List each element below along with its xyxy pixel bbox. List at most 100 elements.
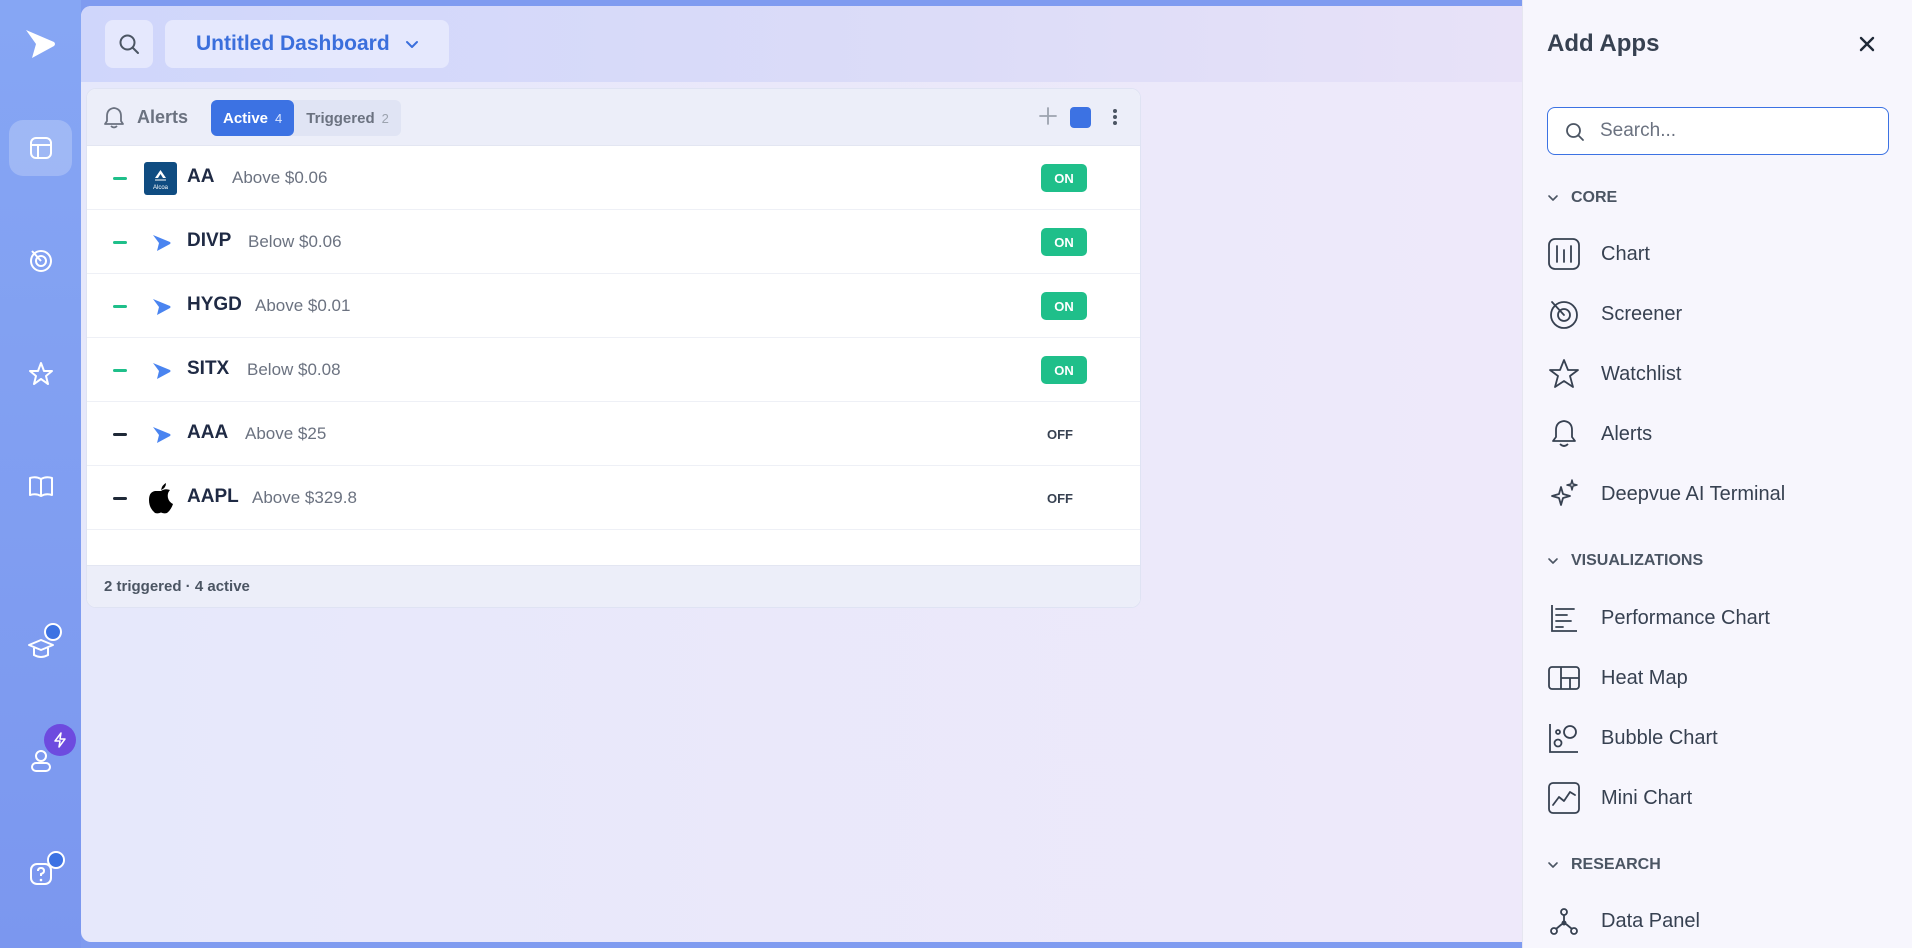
widget-color-picker[interactable] (1070, 107, 1091, 128)
alert-row[interactable]: AAPL Above $329.8 OFF (87, 466, 1140, 530)
alert-symbol: AAA (187, 422, 229, 443)
app-item-mini-chart[interactable]: Mini Chart (1547, 778, 1692, 818)
status-dash (113, 305, 127, 308)
dashboard-canvas: Untitled Dashboard Alerts Active 4 Trigg… (81, 6, 1522, 942)
svg-text:Alcoa: Alcoa (153, 185, 169, 191)
app-item-label: Screener (1601, 302, 1683, 325)
tab-triggered-count: 2 (381, 110, 389, 126)
app-item-label: Bubble Chart (1601, 726, 1718, 749)
alert-toggle[interactable]: ON (1041, 164, 1087, 192)
alert-symbol: SITX (187, 358, 230, 379)
chart-icon (1547, 237, 1581, 271)
search-icon (119, 34, 139, 54)
alert-condition: Above $329.8 (252, 488, 357, 507)
nav-dashboard[interactable] (9, 120, 72, 176)
alert-row[interactable]: Alcoa AA Above $0.06 ON (87, 146, 1140, 210)
heat-map-icon (1547, 661, 1581, 695)
status-dash (113, 433, 127, 436)
nav-screener[interactable] (9, 232, 72, 288)
apple-logo-icon (144, 482, 177, 515)
alert-condition: Above $0.06 (232, 168, 328, 187)
alert-toggle[interactable]: ON (1041, 292, 1087, 320)
alert-row[interactable]: DIVP Below $0.06 ON (87, 210, 1140, 274)
add-alert-icon[interactable] (1037, 105, 1059, 127)
app-item-label: Deepvue AI Terminal (1601, 482, 1786, 505)
alerts-title: Alerts (137, 107, 189, 127)
sparkles-icon (1547, 477, 1581, 511)
app-item-data-panel[interactable]: Data Panel (1547, 901, 1700, 941)
alert-toggle[interactable]: OFF (1037, 420, 1083, 448)
section-research[interactable]: RESEARCH (1547, 856, 1661, 874)
alert-condition: Above $25 (245, 424, 327, 443)
alert-symbol: DIVP (187, 230, 232, 251)
star-icon (1547, 357, 1581, 391)
screener-icon (29, 250, 52, 272)
app-item-heat-map[interactable]: Heat Map (1547, 658, 1688, 698)
nav-learn[interactable] (9, 458, 72, 514)
app-item-label: Watchlist (1601, 362, 1682, 385)
app-item-alerts[interactable]: Alerts (1547, 414, 1652, 454)
app-search-field (1547, 107, 1889, 155)
chevron-down-icon (1548, 862, 1558, 868)
app-item-watchlist[interactable]: Watchlist (1547, 354, 1681, 394)
app-item-chart[interactable]: Chart (1547, 234, 1650, 274)
app-search-input[interactable] (1600, 116, 1870, 146)
star-icon (28, 362, 53, 385)
deepvue-logo-icon[interactable] (22, 26, 58, 62)
alert-row[interactable]: AAA Above $25 OFF (87, 402, 1140, 466)
status-dash (113, 369, 127, 372)
close-icon[interactable] (1857, 34, 1877, 54)
search-button[interactable] (105, 20, 153, 68)
nav-watchlist[interactable] (9, 346, 72, 402)
app-item-label: Performance Chart (1601, 606, 1770, 629)
alert-condition: Below $0.06 (248, 232, 342, 251)
performance-chart-icon (1547, 601, 1581, 635)
alert-condition: Below $0.08 (247, 360, 341, 379)
panel-title: Add Apps (1547, 30, 1660, 57)
bell-icon (1547, 417, 1581, 451)
dashboard-selector[interactable]: Untitled Dashboard (165, 20, 449, 68)
data-panel-icon (1547, 904, 1581, 938)
section-visualizations[interactable]: VISUALIZATIONS (1547, 552, 1703, 570)
alerts-tabs: Active 4 Triggered 2 (211, 100, 401, 136)
alert-toggle[interactable]: ON (1041, 356, 1087, 384)
more-options-icon[interactable] (1110, 106, 1120, 128)
lightning-badge-icon (44, 724, 76, 756)
alerts-widget-header: Alerts Active 4 Triggered 2 (87, 89, 1140, 146)
app-item-ai-terminal[interactable]: Deepvue AI Terminal (1547, 474, 1785, 514)
alcoa-logo-icon: Alcoa (144, 162, 177, 195)
play-logo-icon (144, 290, 177, 323)
chevron-down-icon (405, 41, 418, 48)
chevron-down-icon (1548, 195, 1558, 201)
app-item-label: Heat Map (1601, 666, 1688, 689)
dashboard-title: Untitled Dashboard (196, 32, 390, 55)
tab-triggered-label: Triggered (306, 109, 375, 127)
alert-row[interactable]: HYGD Above $0.01 ON (87, 274, 1140, 338)
app-item-label: Mini Chart (1601, 786, 1693, 809)
tab-triggered[interactable]: Triggered 2 (294, 100, 401, 136)
add-apps-panel: Add Apps CORE Chart Screener Watchlist A… (1522, 0, 1912, 948)
status-dash (113, 497, 127, 500)
app-item-screener[interactable]: Screener (1547, 294, 1682, 334)
bell-icon (104, 107, 124, 129)
tab-active-count: 4 (275, 110, 283, 126)
alert-toggle[interactable]: OFF (1037, 484, 1083, 512)
chevron-down-icon (1548, 558, 1558, 564)
screener-icon (1547, 297, 1581, 331)
tab-active[interactable]: Active 4 (211, 100, 295, 136)
book-icon (28, 476, 53, 497)
app-item-performance-chart[interactable]: Performance Chart (1547, 598, 1770, 638)
status-dash (113, 241, 127, 244)
section-core[interactable]: CORE (1547, 189, 1617, 207)
app-item-bubble-chart[interactable]: Bubble Chart (1547, 718, 1718, 758)
play-logo-icon (144, 226, 177, 259)
alert-toggle[interactable]: ON (1041, 228, 1087, 256)
alerts-widget: Alerts Active 4 Triggered 2 Alcoa AA Abo… (86, 88, 1141, 608)
alerts-list: Alcoa AA Above $0.06 ON DIVP Below $0.06… (87, 146, 1140, 530)
alerts-footer: 2 triggered · 4 active (87, 565, 1140, 607)
dashboard-icon (29, 137, 52, 159)
app-item-label: Data Panel (1601, 909, 1700, 932)
help-notification-dot (47, 851, 65, 869)
nav-education[interactable] (9, 620, 72, 676)
alert-row[interactable]: SITX Below $0.08 ON (87, 338, 1140, 402)
